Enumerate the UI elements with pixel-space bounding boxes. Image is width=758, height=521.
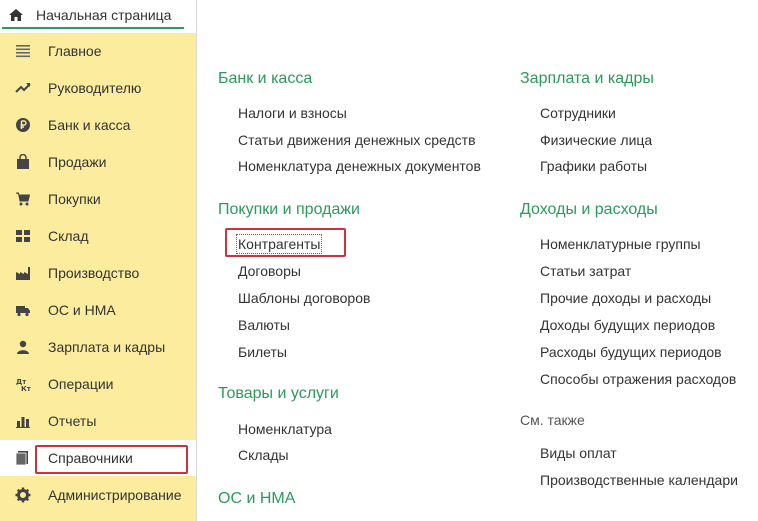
sidebar-item-label: Операции (48, 376, 114, 392)
link-warehouses[interactable]: Склады (238, 447, 289, 463)
link-tickets[interactable]: Билеты (238, 344, 287, 360)
highlight-box-directories (35, 445, 188, 474)
sidebar-item-bank[interactable]: Банк и касса (0, 107, 196, 143)
sidebar-item-warehouse[interactable]: Склад (0, 218, 196, 254)
trend-chart-icon (15, 80, 31, 96)
shopping-bag-icon (15, 154, 31, 170)
books-icon (15, 450, 31, 466)
see-also-title: См. также (520, 412, 585, 428)
sidebar-item-label: Руководителю (48, 80, 142, 96)
sidebar-item-label: Администрирование (48, 487, 182, 503)
section-title-purchases: Покупки и продажи (218, 201, 360, 218)
link-payment-types[interactable]: Виды оплат (540, 445, 617, 461)
sidebar-item-main[interactable]: Главное (0, 33, 196, 69)
link-cost-items[interactable]: Статьи затрат (540, 263, 631, 279)
sidebar-item-salary[interactable]: Зарплата и кадры (0, 329, 196, 365)
sidebar-item-label: Склад (48, 228, 89, 244)
link-deferred-expenses[interactable]: Расходы будущих периодов (540, 344, 722, 360)
bar-chart-icon (15, 413, 31, 429)
sidebar-item-manager[interactable]: Руководителю (0, 70, 196, 106)
link-other-income-expenses[interactable]: Прочие доходы и расходы (540, 290, 711, 306)
home-tab-bar: Начальная страница (0, 0, 197, 33)
shopping-cart-icon (15, 191, 31, 207)
link-employees[interactable]: Сотрудники (540, 105, 616, 121)
link-nomenclature[interactable]: Номенклатура (238, 421, 332, 437)
link-individuals[interactable]: Физические лица (540, 132, 652, 148)
warehouse-grid-icon (15, 228, 31, 244)
link-cash-flow-items[interactable]: Статьи движения денежных средств (238, 132, 476, 148)
menu-lines-icon (15, 43, 31, 59)
section-title-fixed-assets: ОС и НМА (218, 490, 296, 507)
sidebar-item-production[interactable]: Производство (0, 255, 196, 291)
sidebar-item-sales[interactable]: Продажи (0, 144, 196, 180)
link-taxes[interactable]: Налоги и взносы (238, 105, 347, 121)
link-contract-templates[interactable]: Шаблоны договоров (238, 290, 370, 306)
factory-icon (15, 265, 31, 281)
link-deferred-income[interactable]: Доходы будущих периодов (540, 317, 715, 333)
link-work-schedules[interactable]: Графики работы (540, 158, 647, 174)
link-production-calendars[interactable]: Производственные календари (540, 472, 738, 488)
ruble-coin-icon (15, 117, 31, 133)
sidebar-item-label: Покупки (48, 191, 101, 207)
debit-credit-icon: Дт Кт (15, 376, 31, 392)
link-nomenclature-groups[interactable]: Номенклатурные группы (540, 236, 701, 252)
sidebar-item-label: Отчеты (48, 413, 97, 429)
link-currencies[interactable]: Валюты (238, 317, 290, 333)
sidebar-item-administration[interactable]: Администрирование (0, 477, 196, 513)
sidebar-item-operations[interactable]: Дт Кт Операции (0, 366, 196, 402)
home-tab-label: Начальная страница (36, 7, 172, 23)
sidebar-item-label: Банк и касса (48, 117, 131, 133)
home-tab[interactable]: Начальная страница (2, 3, 184, 29)
link-expense-methods[interactable]: Способы отражения расходов (540, 371, 736, 387)
sidebar-item-label: Производство (48, 265, 140, 281)
section-title-salary: Зарплата и кадры (520, 70, 654, 87)
sidebar-item-label: Главное (48, 43, 102, 59)
svg-text:Кт: Кт (21, 385, 31, 392)
truck-icon (15, 302, 31, 318)
highlight-box-counterparties (225, 228, 346, 257)
sidebar-item-reports[interactable]: Отчеты (0, 403, 196, 439)
gear-icon (15, 487, 31, 503)
link-money-docs[interactable]: Номенклатура денежных документов (238, 158, 481, 174)
section-title-goods: Товары и услуги (218, 385, 339, 402)
person-icon (15, 339, 31, 355)
sidebar-item-purchases[interactable]: Покупки (0, 181, 196, 217)
sidebar-item-label: Зарплата и кадры (48, 339, 166, 355)
sidebar-item-label: ОС и НМА (48, 302, 116, 318)
sidebar-item-fixed-assets[interactable]: ОС и НМА (0, 292, 196, 328)
sidebar-item-label: Продажи (48, 154, 107, 170)
link-contracts[interactable]: Договоры (238, 263, 301, 279)
section-title-bank: Банк и касса (218, 70, 313, 87)
home-icon (8, 7, 24, 23)
section-title-income-expenses: Доходы и расходы (520, 201, 658, 218)
